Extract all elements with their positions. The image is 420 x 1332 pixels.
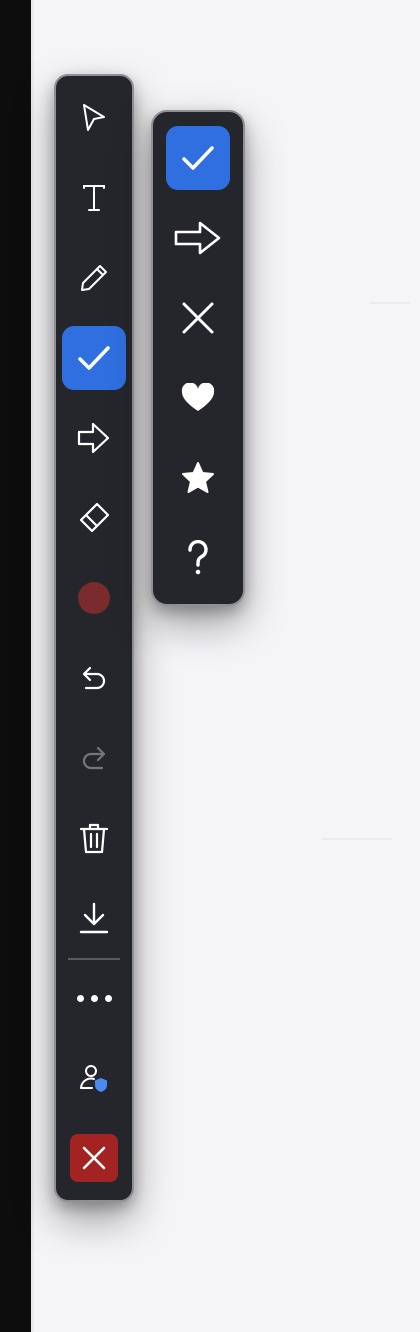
text-tool-button[interactable] bbox=[62, 166, 126, 230]
text-t-icon bbox=[83, 185, 105, 211]
redo-button[interactable] bbox=[62, 726, 126, 790]
stamp-question-option[interactable] bbox=[166, 526, 230, 590]
undo-icon bbox=[82, 666, 106, 690]
pencil-icon bbox=[81, 265, 107, 291]
stamp-heart-option[interactable] bbox=[166, 366, 230, 430]
select-tool-button[interactable] bbox=[62, 86, 126, 150]
color-picker-button[interactable] bbox=[62, 566, 126, 630]
eraser-icon bbox=[79, 502, 110, 533]
close-button[interactable] bbox=[70, 1134, 118, 1182]
heart-icon bbox=[181, 383, 215, 411]
star-icon bbox=[182, 462, 214, 493]
eraser-tool-button[interactable] bbox=[62, 486, 126, 550]
cursor-arrow-icon bbox=[83, 104, 105, 131]
stamp-arrow-option[interactable] bbox=[166, 206, 230, 270]
color-swatch bbox=[78, 582, 110, 614]
privacy-button[interactable] bbox=[62, 1046, 126, 1110]
download-button[interactable] bbox=[62, 886, 126, 950]
stamp-tool-button[interactable] bbox=[62, 326, 126, 390]
arrow-tool-button[interactable] bbox=[62, 406, 126, 470]
delete-button[interactable] bbox=[62, 806, 126, 870]
window-edge bbox=[0, 0, 34, 1332]
redo-icon bbox=[82, 746, 106, 770]
stamp-check-option[interactable] bbox=[166, 126, 230, 190]
toolbar-divider bbox=[68, 958, 120, 960]
trash-icon bbox=[79, 823, 109, 854]
more-button[interactable] bbox=[62, 966, 126, 1030]
stamp-submenu bbox=[151, 110, 245, 606]
stamp-star-option[interactable] bbox=[166, 446, 230, 510]
stamp-cross-option[interactable] bbox=[166, 286, 230, 350]
x-icon bbox=[182, 302, 214, 334]
arrow-right-icon bbox=[77, 422, 110, 454]
annotation-toolbar bbox=[54, 74, 134, 1202]
more-dots-icon bbox=[76, 994, 112, 1002]
question-mark-icon bbox=[188, 540, 208, 575]
close-x-icon bbox=[82, 1146, 106, 1170]
user-shield-icon bbox=[80, 1065, 107, 1092]
arrow-right-icon bbox=[174, 221, 221, 255]
checkmark-icon bbox=[78, 346, 110, 370]
canvas-guide bbox=[322, 838, 392, 840]
canvas-guide bbox=[370, 302, 410, 304]
checkmark-icon bbox=[182, 146, 214, 170]
pen-tool-button[interactable] bbox=[62, 246, 126, 310]
download-icon bbox=[79, 902, 109, 934]
undo-button[interactable] bbox=[62, 646, 126, 710]
